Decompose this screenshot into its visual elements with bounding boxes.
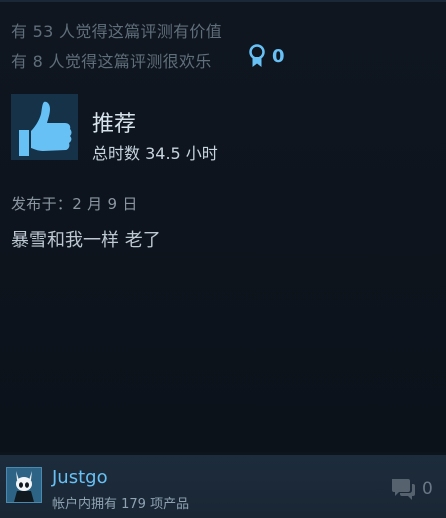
award-count: 0 — [272, 45, 285, 67]
thumbs-up-icon — [11, 94, 78, 160]
author-avatar[interactable] — [6, 467, 42, 503]
award-button[interactable]: 0 — [248, 44, 285, 68]
recommendation-thumb[interactable] — [11, 94, 78, 160]
funny-count-text: 有 8 人觉得这篇评测很欢乐 — [11, 52, 212, 71]
award-ribbon-icon — [248, 44, 266, 68]
comment-count: 0 — [422, 479, 433, 499]
posted-date: 发布于：2 月 9 日 — [11, 195, 138, 213]
recommendation-title[interactable]: 推荐 — [92, 106, 136, 138]
helpful-count-text: 有 53 人觉得这篇评测有价值 — [11, 22, 223, 41]
author-name[interactable]: Justgo — [52, 467, 108, 488]
author-products: 帐户内拥有 179 项产品 — [52, 497, 190, 512]
comment-bubbles-icon — [390, 477, 416, 501]
comments-button[interactable]: 0 — [390, 477, 433, 501]
review-body: 暴雪和我一样 老了 — [11, 230, 161, 251]
playtime-hours: 总时数 34.5 小时 — [92, 144, 218, 163]
